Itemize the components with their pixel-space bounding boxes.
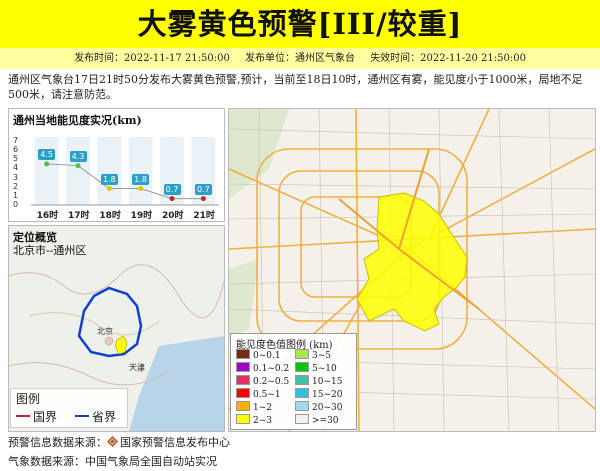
chart-y-tick-label: 3 <box>13 172 19 182</box>
visibility-chart <box>31 137 219 206</box>
legend-item: 0.5~1 <box>236 388 281 400</box>
legend-item: 15~20 <box>295 388 342 400</box>
warning-source-name[interactable]: 国家预警信息发布中心 <box>120 436 230 449</box>
legend-swatch <box>295 375 309 385</box>
legend-swatch <box>236 401 250 411</box>
chart-y-tick-label: 4 <box>13 163 19 173</box>
legend-item: 2~3 <box>236 414 272 426</box>
chart-y-tick-label: 2 <box>13 181 19 191</box>
chart-data-label: 1.8 <box>100 173 118 185</box>
chart-y-tick-label: 1 <box>13 190 19 200</box>
legend-item: 0.1~0.2 <box>236 362 289 374</box>
chart-data-label: 1.8 <box>132 173 150 185</box>
legend-item: 0~0.1 <box>236 349 281 361</box>
legend-item: >=30 <box>295 414 339 426</box>
inset-legend-item-province: 省界 <box>75 408 116 425</box>
legend-swatch <box>295 388 309 398</box>
legend-item: 10~15 <box>295 375 342 387</box>
chart-column-bg <box>97 137 122 205</box>
weather-source-line: 气象数据来源：中国气象局全国自动站实况 <box>8 455 217 468</box>
warning-center-logo-icon <box>107 436 118 447</box>
chart-y-tick-label: 6 <box>13 145 19 155</box>
legend-swatch <box>236 414 250 424</box>
chart-point <box>44 161 50 167</box>
chart-data-label: 4.5 <box>38 148 56 160</box>
chart-x-tick-label: 19时 <box>130 211 153 221</box>
chart-y-tick-label: 5 <box>13 154 19 164</box>
legend-item: 3~5 <box>295 349 331 361</box>
warning-title: 大雾黄色预警[III/较重] <box>137 7 463 41</box>
legend-swatch <box>236 349 250 359</box>
chart-point <box>106 186 112 192</box>
inset-legend: 图例 国界 省界 <box>10 388 128 428</box>
chart-point <box>75 163 81 169</box>
inset-legend-title: 图例 <box>16 392 41 406</box>
warning-meta-bar: 发布时间：2022-11-17 21:50:00 发布单位：通州区气象台 失效时… <box>0 48 600 69</box>
chart-column-bg <box>191 137 216 205</box>
chart-y-tick-label: 0 <box>13 200 19 209</box>
visibility-chart-panel: 通州当地能见度实况(km) 4.5 16时 4.3 17时 1.8 18时 1.8 19时 0.… <box>8 108 225 222</box>
chart-point <box>200 196 206 202</box>
chart-data-label: 4.3 <box>69 150 87 162</box>
warning-source-label: 预警信息数据来源： <box>8 436 107 449</box>
legend-swatch <box>295 414 309 424</box>
legend-item: 1~2 <box>236 401 272 413</box>
chart-y-tick-label: 7 <box>13 136 19 145</box>
chart-x-tick-label: 20时 <box>162 211 184 221</box>
map-label-tianjin: 天津 <box>129 363 145 372</box>
legend-swatch <box>236 388 250 398</box>
inset-legend-item-country: 国界 <box>16 408 57 425</box>
legend-swatch <box>236 362 250 372</box>
legend-item: 0.2~0.5 <box>236 375 289 387</box>
chart-x-tick-label: 16时 <box>36 211 59 221</box>
legend-swatch <box>295 362 309 372</box>
chart-data-label: 0.7 <box>163 183 181 195</box>
chart-x-tick-label: 17时 <box>68 211 90 221</box>
expire-time: 失效时间：2022-11-20 21:50:00 <box>370 53 526 64</box>
warning-description: 通州区气象台17日21时50分发布大雾黄色预警,预计，当前至18日10时，通州区… <box>8 73 583 101</box>
legend-item: 5~10 <box>295 362 337 374</box>
issuer: 发布单位：通州区气象台 <box>245 53 355 64</box>
chart-column-bg <box>128 137 153 205</box>
map-label-beijing: 北京 <box>97 327 113 336</box>
legend-swatch <box>295 349 309 359</box>
warning-banner: 大雾黄色预警[III/较重] <box>0 0 600 48</box>
chart-column-bg <box>66 137 90 205</box>
chart-x-tick-label: 21时 <box>193 211 215 221</box>
legend-swatch <box>295 401 309 411</box>
warning-source-line: 预警信息数据来源： 国家预警信息发布中心 <box>8 434 230 450</box>
legend-swatch <box>236 375 250 385</box>
chart-point <box>169 196 175 202</box>
chart-x-tick-label: 18时 <box>99 211 121 221</box>
visibility-legend: 能见度色值图例 (km) 0~0.1 0.1~0.2 0.2~0.5 0.5~1… <box>230 333 357 430</box>
location-subtitle: 北京市--通州区 <box>13 244 87 257</box>
issue-time: 发布时间：2022-11-17 21:50:00 <box>74 53 230 64</box>
legend-item: 20~30 <box>295 401 342 413</box>
chart-column-bg <box>160 137 184 205</box>
chart-point <box>138 186 144 192</box>
chart-data-label: 0.7 <box>194 183 212 195</box>
chart-column-bg <box>34 137 59 205</box>
